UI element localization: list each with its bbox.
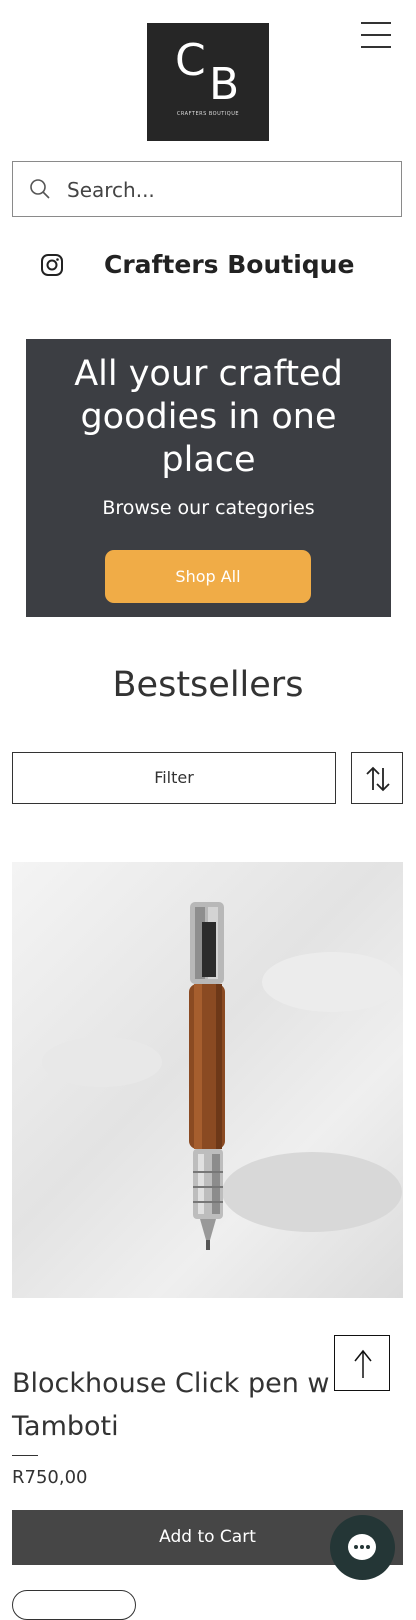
shop-all-button[interactable]: Shop All	[105, 550, 311, 603]
sort-arrows-icon	[366, 766, 390, 792]
instagram-icon[interactable]	[40, 253, 64, 277]
filter-button[interactable]: Filter	[12, 752, 336, 804]
next-product-button[interactable]	[12, 1590, 136, 1620]
product-price: R750,00	[12, 1467, 88, 1488]
back-to-top-button[interactable]	[334, 1335, 390, 1391]
chat-button[interactable]	[330, 1515, 395, 1580]
logo-letter-c: C	[175, 35, 206, 86]
brand-name: Crafters Boutique	[104, 250, 355, 279]
site-logo[interactable]: C B CRAFTERS BOUTIQUE	[147, 23, 269, 141]
search-icon	[30, 179, 50, 199]
sort-button[interactable]	[351, 752, 403, 804]
hero-title: All your crafted goodies in one place	[74, 354, 343, 480]
hamburger-menu-icon[interactable]	[361, 20, 391, 50]
section-title: Bestsellers	[112, 665, 304, 705]
hero-subtitle: Browse our categories	[102, 497, 315, 519]
chat-bubble-icon	[348, 1534, 376, 1560]
hero-banner: All your crafted goodies in one place Br…	[26, 339, 391, 617]
price-divider	[12, 1455, 38, 1456]
logo-subtitle: CRAFTERS BOUTIQUE	[176, 111, 240, 117]
arrow-up-icon	[354, 1349, 372, 1378]
search-input[interactable]	[65, 170, 389, 210]
product-image[interactable]	[12, 862, 403, 1298]
search-bar[interactable]	[12, 161, 402, 217]
pen-image	[42, 902, 402, 1250]
logo-letter-b: B	[209, 59, 240, 110]
